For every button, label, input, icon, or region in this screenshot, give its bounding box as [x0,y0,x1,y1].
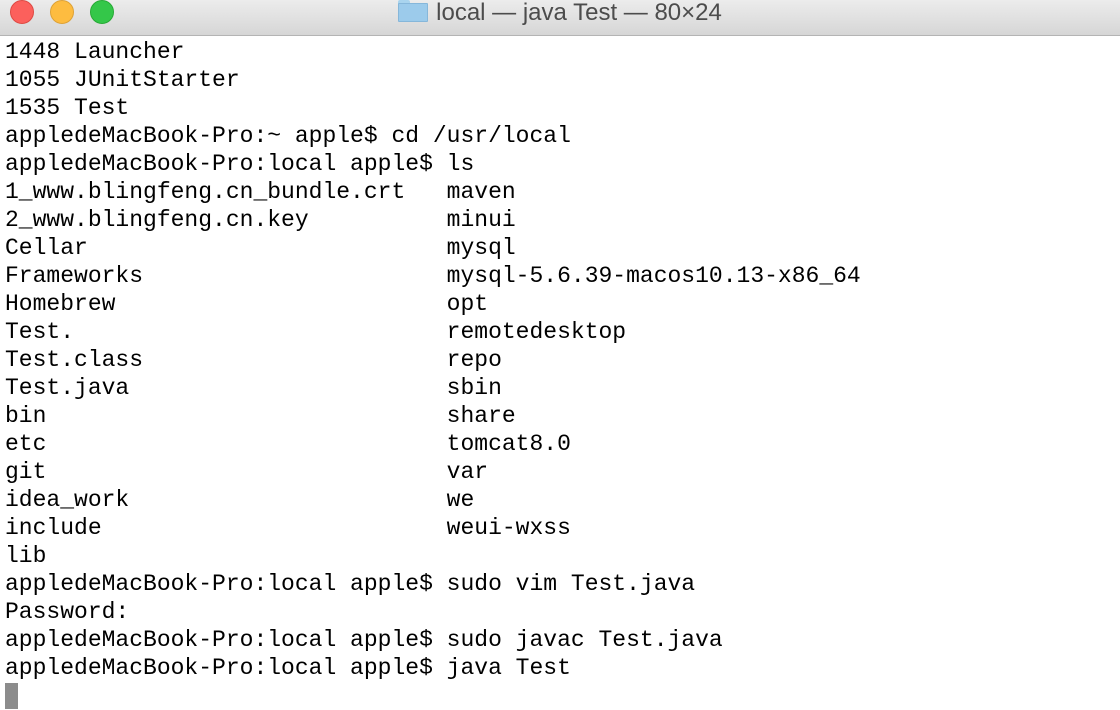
terminal-line: Homebrew opt [5,291,489,317]
terminal-line: include weui-wxss [5,515,571,541]
terminal-line: lib [5,543,47,569]
terminal-line: Test. remotedesktop [5,319,627,345]
terminal-line: Frameworks mysql-5.6.39-macos10.13-x86_6… [5,263,861,289]
terminal-line: git var [5,459,489,485]
terminal-line: Test.java sbin [5,375,502,401]
terminal-line: appledeMacBook-Pro:local apple$ sudo jav… [5,627,723,653]
cursor-line [5,682,1120,710]
terminal-line: bin share [5,403,516,429]
terminal-window: local — java Test — 80×24 1448 Launcher … [0,0,1120,710]
title-bar[interactable]: local — java Test — 80×24 [0,0,1120,36]
terminal-line: Password: [5,599,130,625]
terminal-line: appledeMacBook-Pro:local apple$ sudo vim… [5,571,696,597]
terminal-line: Cellar mysql [5,235,516,261]
terminal-line: 2_www.blingfeng.cn.key minui [5,207,516,233]
terminal-line: 1_www.blingfeng.cn_bundle.crt maven [5,179,516,205]
terminal-line: 1448 Launcher [5,39,185,65]
text-cursor [5,683,18,709]
window-title: local — java Test — 80×24 [436,0,722,26]
terminal-line: etc tomcat8.0 [5,431,571,457]
terminal-line: appledeMacBook-Pro:local apple$ ls [5,151,475,177]
terminal-line: appledeMacBook-Pro:local apple$ java Tes… [5,655,571,681]
folder-icon [398,0,429,22]
window-title-area: local — java Test — 80×24 [0,0,1120,26]
terminal-line: idea_work we [5,487,475,513]
terminal-line: appledeMacBook-Pro:~ apple$ cd /usr/loca… [5,123,571,149]
terminal-line: 1055 JUnitStarter [5,67,240,93]
terminal-line: 1535 Test [5,95,130,121]
terminal-line: Test.class repo [5,347,502,373]
terminal-output[interactable]: 1448 Launcher 1055 JUnitStarter 1535 Tes… [0,38,1120,710]
